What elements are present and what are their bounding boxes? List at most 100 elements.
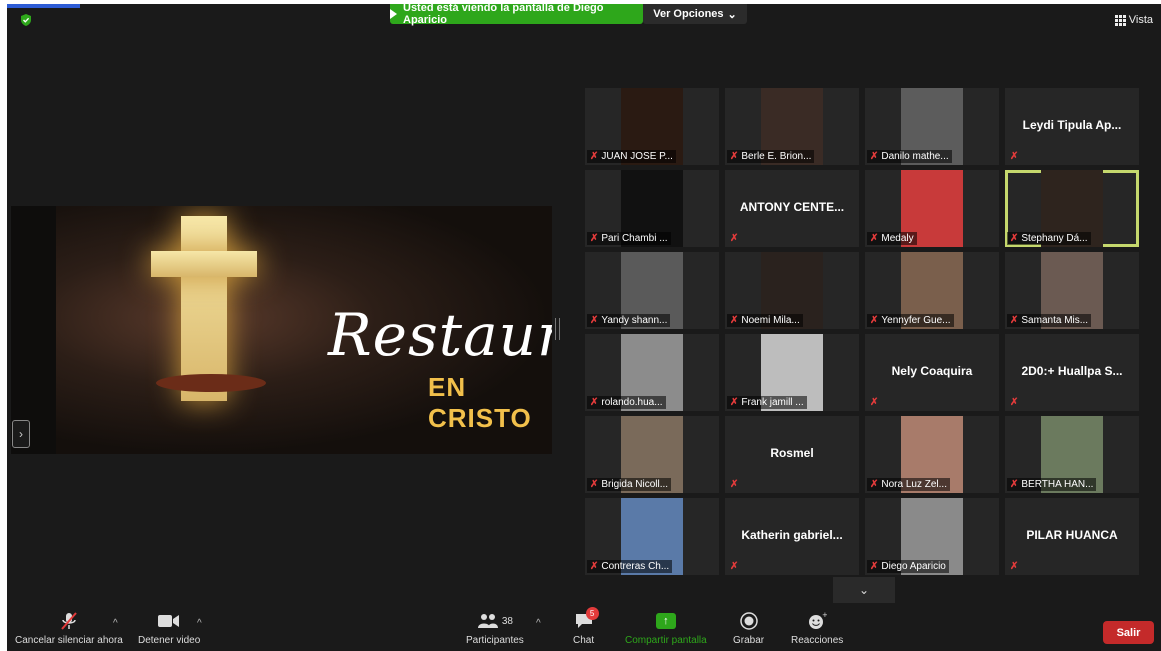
participant-tile[interactable]: ✗ Berle E. Brion... (725, 88, 859, 165)
mic-muted-icon: ✗ (870, 561, 879, 572)
participant-name-label: ✗ Pari Chambi ... (587, 232, 671, 245)
participant-name-label: ✗ Stephany Dá... (1007, 232, 1091, 245)
participant-name-label: ✗ Samanta Mis... (1007, 314, 1092, 327)
leave-button[interactable]: Salir (1103, 621, 1154, 644)
participant-tile[interactable]: Leydi Tipula Ap... ✗ (1005, 88, 1139, 165)
participant-name: Rosmel (770, 446, 814, 460)
participant-tile[interactable]: Rosmel ✗ (725, 416, 859, 493)
participant-tile[interactable]: ✗ JUAN JOSE P... (585, 88, 719, 165)
mic-muted-icon: ✗ (870, 479, 879, 490)
chevron-up-icon[interactable]: ^ (113, 618, 118, 629)
participant-tile[interactable]: ✗ Samanta Mis... (1005, 252, 1139, 329)
participant-name-label: ✗ Yennyfer Gue... (867, 314, 954, 327)
participant-tile[interactable]: ✗ Pari Chambi ... (585, 170, 719, 247)
participant-name-label: ✗ Frank jamill ... (727, 396, 807, 409)
share-screen-button[interactable]: ↑ Compartir pantalla (625, 611, 707, 646)
mic-muted-icon: ✗ (1010, 479, 1019, 490)
mic-muted-icon: ✗ (590, 479, 599, 490)
participant-name-label: ✗ Yandy shann... (587, 314, 671, 327)
participant-tile[interactable]: Nely Coaquira ✗ (865, 334, 999, 411)
mic-muted-icon: ✗ (730, 315, 739, 326)
chat-button[interactable]: 5 Chat (573, 607, 599, 646)
participant-name-label: ✗ JUAN JOSE P... (587, 150, 676, 163)
mic-muted-icon: ✗ (590, 397, 599, 408)
chat-label: Chat (573, 635, 595, 646)
grid-icon (1114, 15, 1126, 26)
participant-name: Diego Aparicio (881, 561, 946, 572)
participant-name-label: ✗ Medaly (867, 232, 917, 245)
participant-tile[interactable]: ✗ Yandy shann... (585, 252, 719, 329)
mic-muted-icon: ✗ (590, 315, 599, 326)
splitter-handle[interactable] (555, 318, 560, 340)
share-indicator-icon (390, 9, 397, 19)
participant-name-label: ✗ Contreras Ch... (587, 560, 673, 573)
participant-tile[interactable]: ANTONY CENTE... ✗ (725, 170, 859, 247)
participant-tile[interactable]: ✗ Danilo mathe... (865, 88, 999, 165)
participant-tile[interactable]: ✗ Yennyfer Gue... (865, 252, 999, 329)
participant-name: PILAR HUANCA (1026, 528, 1118, 542)
mic-muted-icon: ✗ (590, 233, 599, 244)
participant-tile[interactable]: ✗ BERTHA HAN... (1005, 416, 1139, 493)
participant-name-label: ✗ Diego Aparicio (867, 560, 949, 573)
record-icon (739, 611, 758, 631)
security-shield-icon[interactable] (19, 13, 33, 27)
gallery-scroll-down-button[interactable]: ⌄ (833, 577, 895, 603)
participant-tile[interactable]: ✗ rolando.hua... (585, 334, 719, 411)
participant-tile[interactable]: ✗ Stephany Dá... (1005, 170, 1139, 247)
participant-name: ANTONY CENTE... (739, 200, 845, 214)
participant-tile[interactable]: ✗ Frank jamill ... (725, 334, 859, 411)
participant-tile[interactable]: ✗ Contreras Ch... (585, 498, 719, 575)
participants-count: 38 (501, 615, 513, 627)
reactions-button[interactable]: + Reacciones (791, 611, 843, 646)
participant-tile[interactable]: ✗ Nora Luz Zel... (865, 416, 999, 493)
participant-name: Yennyfer Gue... (881, 315, 951, 326)
participant-name-label: ✗ Berle E. Brion... (727, 150, 815, 163)
mic-muted-icon: ✗ (730, 151, 739, 162)
participant-tile[interactable]: ✗ Noemi Mila... (725, 252, 859, 329)
mic-off-icon (60, 611, 78, 631)
smiley-icon: + (807, 611, 827, 631)
participant-tile[interactable]: Katherin gabriel... ✗ (725, 498, 859, 575)
chevron-down-icon: ⌄ (858, 583, 870, 597)
participant-tile[interactable]: ✗ Brigida Nicoll... (585, 416, 719, 493)
participant-name: Frank jamill ... (741, 397, 804, 408)
participant-tile[interactable]: ✗ Diego Aparicio (865, 498, 999, 575)
participant-tile[interactable]: PILAR HUANCA ✗ (1005, 498, 1139, 575)
chat-badge: 5 (585, 607, 599, 620)
participant-tile[interactable]: ✗ Medaly (865, 170, 999, 247)
stop-video-button[interactable]: Detener video (138, 611, 200, 646)
view-options-label: Ver Opciones (653, 8, 724, 20)
participants-button[interactable]: 38 Participantes (466, 611, 524, 646)
participant-name: Berle E. Brion... (741, 151, 812, 162)
participant-name: Medaly (881, 233, 914, 244)
chevron-down-icon: ⌄ (727, 8, 737, 21)
screen-share-banner: Usted está viendo la pantalla de Diego A… (390, 4, 643, 26)
mic-muted-icon: ✗ (1010, 397, 1019, 408)
mic-muted-icon: ✗ (590, 151, 599, 162)
share-label: Compartir pantalla (625, 635, 707, 646)
expand-panel-button[interactable]: › (12, 420, 30, 448)
participant-name: Nora Luz Zel... (881, 479, 947, 490)
participant-name-label: ✗ BERTHA HAN... (1007, 478, 1097, 491)
participant-name-label: ✗ Noemi Mila... (727, 314, 803, 327)
participant-name-label: ✗ Brigida Nicoll... (587, 478, 672, 491)
view-options-button[interactable]: Ver Opciones ⌄ (643, 4, 747, 24)
participant-name: Danilo mathe... (881, 151, 949, 162)
participants-label: Participantes (466, 635, 524, 646)
participant-name: JUAN JOSE P... (601, 151, 673, 162)
chevron-up-icon[interactable]: ^ (197, 618, 202, 629)
record-button[interactable]: Grabar (733, 611, 764, 646)
zoom-window: Usted está viendo la pantalla de Diego A… (7, 4, 1161, 651)
shared-slide: Restaurad EN CRISTO (56, 206, 552, 454)
chevron-up-icon[interactable]: ^ (536, 618, 541, 629)
participant-name: 2D0:+ Huallpa S... (1021, 364, 1123, 378)
mic-muted-icon: ✗ (870, 315, 879, 326)
participant-tile[interactable]: 2D0:+ Huallpa S... ✗ (1005, 334, 1139, 411)
shared-screen[interactable]: Restaurad EN CRISTO (11, 206, 552, 454)
reactions-label: Reacciones (791, 635, 844, 646)
mute-button[interactable]: Cancelar silenciar ahora (15, 611, 123, 646)
window-accent (7, 4, 80, 8)
chevron-right-icon: › (19, 427, 23, 441)
view-button[interactable]: Vista (1114, 14, 1153, 26)
record-label: Grabar (733, 635, 765, 646)
